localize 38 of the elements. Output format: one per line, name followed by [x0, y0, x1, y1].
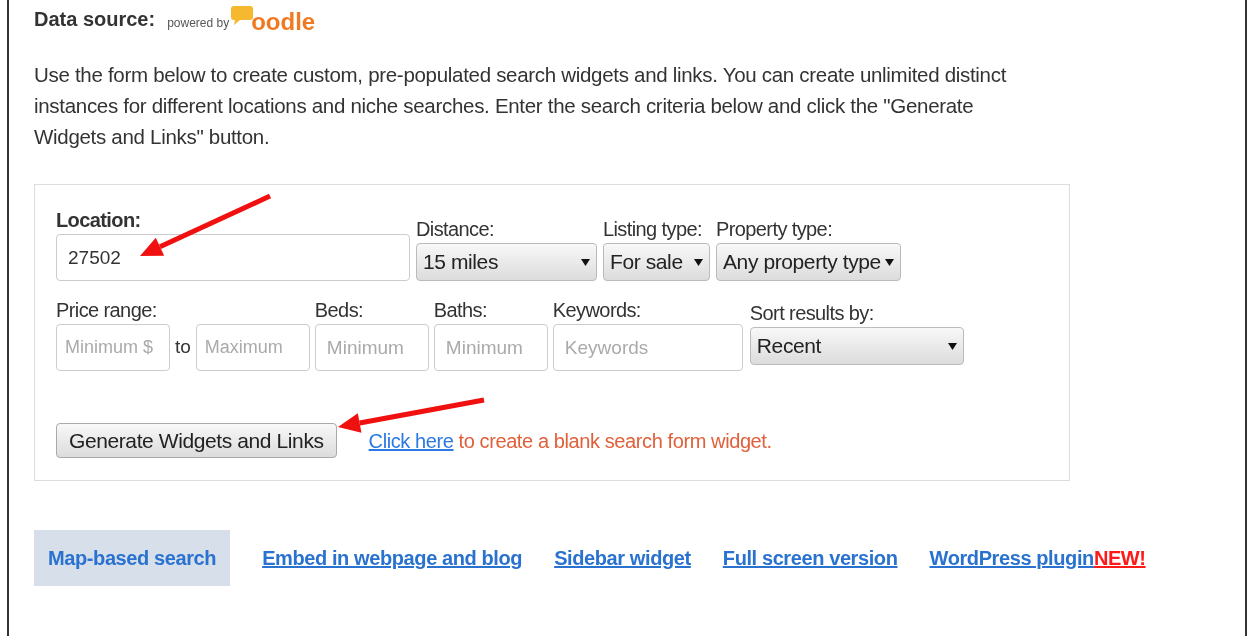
dropdown[interactable]: 15 miles [416, 243, 597, 281]
input-field[interactable]: 27502 [56, 234, 410, 281]
field-label: Price range: [56, 298, 158, 322]
field-label: Baths: [433, 298, 488, 322]
blank-form-text: to create a blank search form widget. [458, 428, 772, 454]
field-label: Distance: [416, 217, 495, 241]
dropdown[interactable]: For sale [603, 243, 710, 281]
field-label: Listing type: [603, 217, 703, 241]
tab-link[interactable]: Sidebar widget [554, 530, 691, 586]
input-field[interactable]: Minimum [433, 324, 548, 371]
dropdown[interactable]: Recent [749, 327, 964, 365]
data-source-label: Data source: [34, 7, 156, 32]
caret-icon [884, 258, 894, 266]
tab-link[interactable]: Map-based search [34, 530, 231, 586]
to-label: to [175, 335, 191, 360]
new-label: NEW! [1093, 546, 1146, 571]
caret-icon [581, 258, 590, 266]
dropdown[interactable]: Any property type [716, 243, 901, 281]
logo-text: oodle [251, 10, 316, 34]
field-label: Sort results by: [749, 301, 875, 325]
speech-bubble-icon [231, 6, 254, 26]
intro-paragraph: Use the form below to create custom, pre-populated search widgets and links. You can create unlimited distinct instances for different locations and niche searches. Enter the search criteria below and click the "Generate Widgets and Links" button. [34, 62, 1008, 150]
field-label: Property type: [716, 217, 834, 241]
input-field[interactable]: Minimum [314, 324, 429, 371]
field-label: Beds: [314, 298, 364, 322]
tab-link[interactable]: Full screen version [722, 530, 898, 586]
caret-icon [694, 258, 703, 266]
input-field[interactable]: Maximum [195, 324, 310, 371]
field-label: Location: [56, 208, 142, 232]
input-field[interactable]: Minimum $ [56, 324, 170, 371]
tab-link[interactable]: WordPress plugin [929, 530, 1094, 586]
powered-by-text: powered by [167, 15, 230, 32]
caret-icon [947, 342, 957, 350]
input-field[interactable]: Keywords [552, 324, 743, 371]
click-here-link[interactable]: Click here [368, 425, 454, 456]
tab-link[interactable]: Embed in webpage and blog [262, 530, 523, 586]
field-label: Keywords: [552, 298, 642, 322]
generate-button[interactable]: Generate Widgets and Links [56, 423, 337, 458]
